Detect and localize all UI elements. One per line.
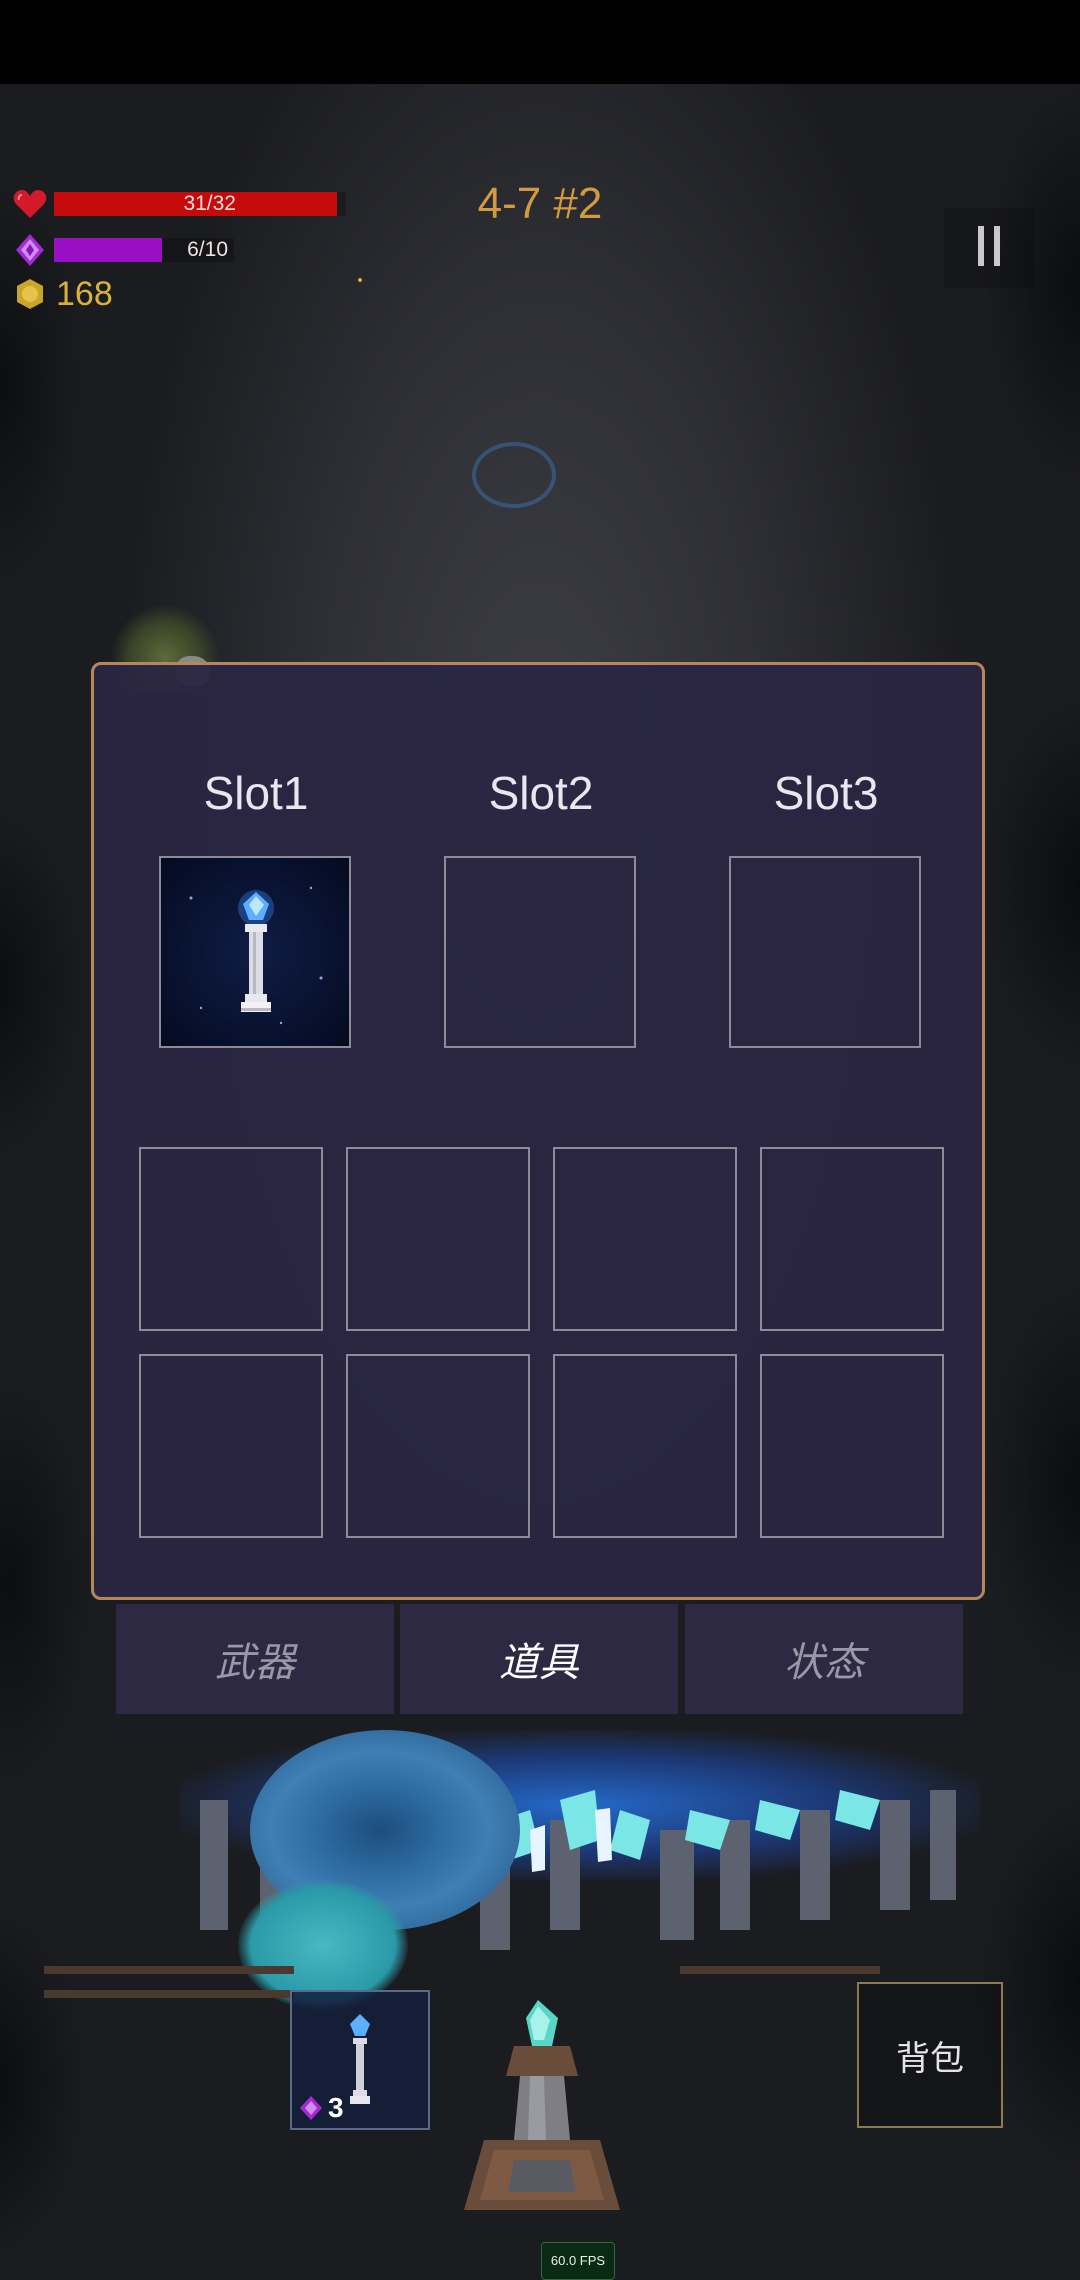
item-cost: 3 <box>298 2092 344 2124</box>
fence-left-lower <box>44 1990 294 1998</box>
gold-row: 168 <box>12 274 113 314</box>
slot3-label: Slot3 <box>773 767 879 819</box>
heart-icon <box>12 186 48 222</box>
player-turret <box>464 2000 620 2210</box>
fence-right <box>680 1966 880 1974</box>
hp-text: 31/32 <box>183 192 236 215</box>
pause-button[interactable] <box>944 208 1034 288</box>
slot3-box[interactable] <box>729 856 921 1048</box>
slot1-label: Slot1 <box>203 767 309 819</box>
slot2-box[interactable] <box>444 856 636 1048</box>
mana-crystal-icon <box>12 232 48 268</box>
slot1-box[interactable] <box>159 856 351 1048</box>
inventory-cell[interactable] <box>760 1147 944 1331</box>
tab-status[interactable]: 状态 <box>685 1604 963 1714</box>
inventory-cell[interactable] <box>139 1354 323 1538</box>
inventory-cell[interactable] <box>760 1354 944 1538</box>
inventory-cell[interactable] <box>346 1147 530 1331</box>
fence-left <box>44 1966 294 1974</box>
gold-coin-drop <box>358 278 362 282</box>
slot2-label: Slot2 <box>488 767 594 819</box>
backpack-button[interactable]: 背包 <box>857 1982 1003 2128</box>
inventory-cell[interactable] <box>553 1147 737 1331</box>
hp-row: 31/32 <box>12 186 346 222</box>
inventory-cell[interactable] <box>139 1147 323 1331</box>
mp-bar-fill <box>54 238 162 262</box>
inventory-cell[interactable] <box>553 1354 737 1538</box>
mp-text: 6/10 <box>187 238 228 261</box>
crystal-pillar-icon <box>189 886 323 1025</box>
gold-coin-icon <box>12 276 48 312</box>
status-bar <box>0 0 1080 84</box>
fps-counter: 60.0 FPS <box>541 2242 615 2280</box>
hand-item-card[interactable]: 3 <box>290 1990 430 2130</box>
mana-crystal-icon <box>300 2096 322 2120</box>
item-cost-value: 3 <box>328 2092 344 2123</box>
mp-row: 6/10 <box>12 232 234 268</box>
pause-icon <box>973 225 1005 271</box>
tab-weapons[interactable]: 武器 <box>116 1604 394 1714</box>
inventory-panel: Slot1 Slot2 Slot3 <box>91 662 985 1600</box>
tab-items[interactable]: 道具 <box>400 1604 678 1714</box>
mp-bar: 6/10 <box>54 238 234 262</box>
gold-amount: 168 <box>56 275 113 313</box>
inventory-cell[interactable] <box>346 1354 530 1538</box>
target-ring <box>472 442 556 508</box>
hp-bar: 31/32 <box>54 192 346 216</box>
level-indicator: 4-7 #2 <box>477 179 603 228</box>
